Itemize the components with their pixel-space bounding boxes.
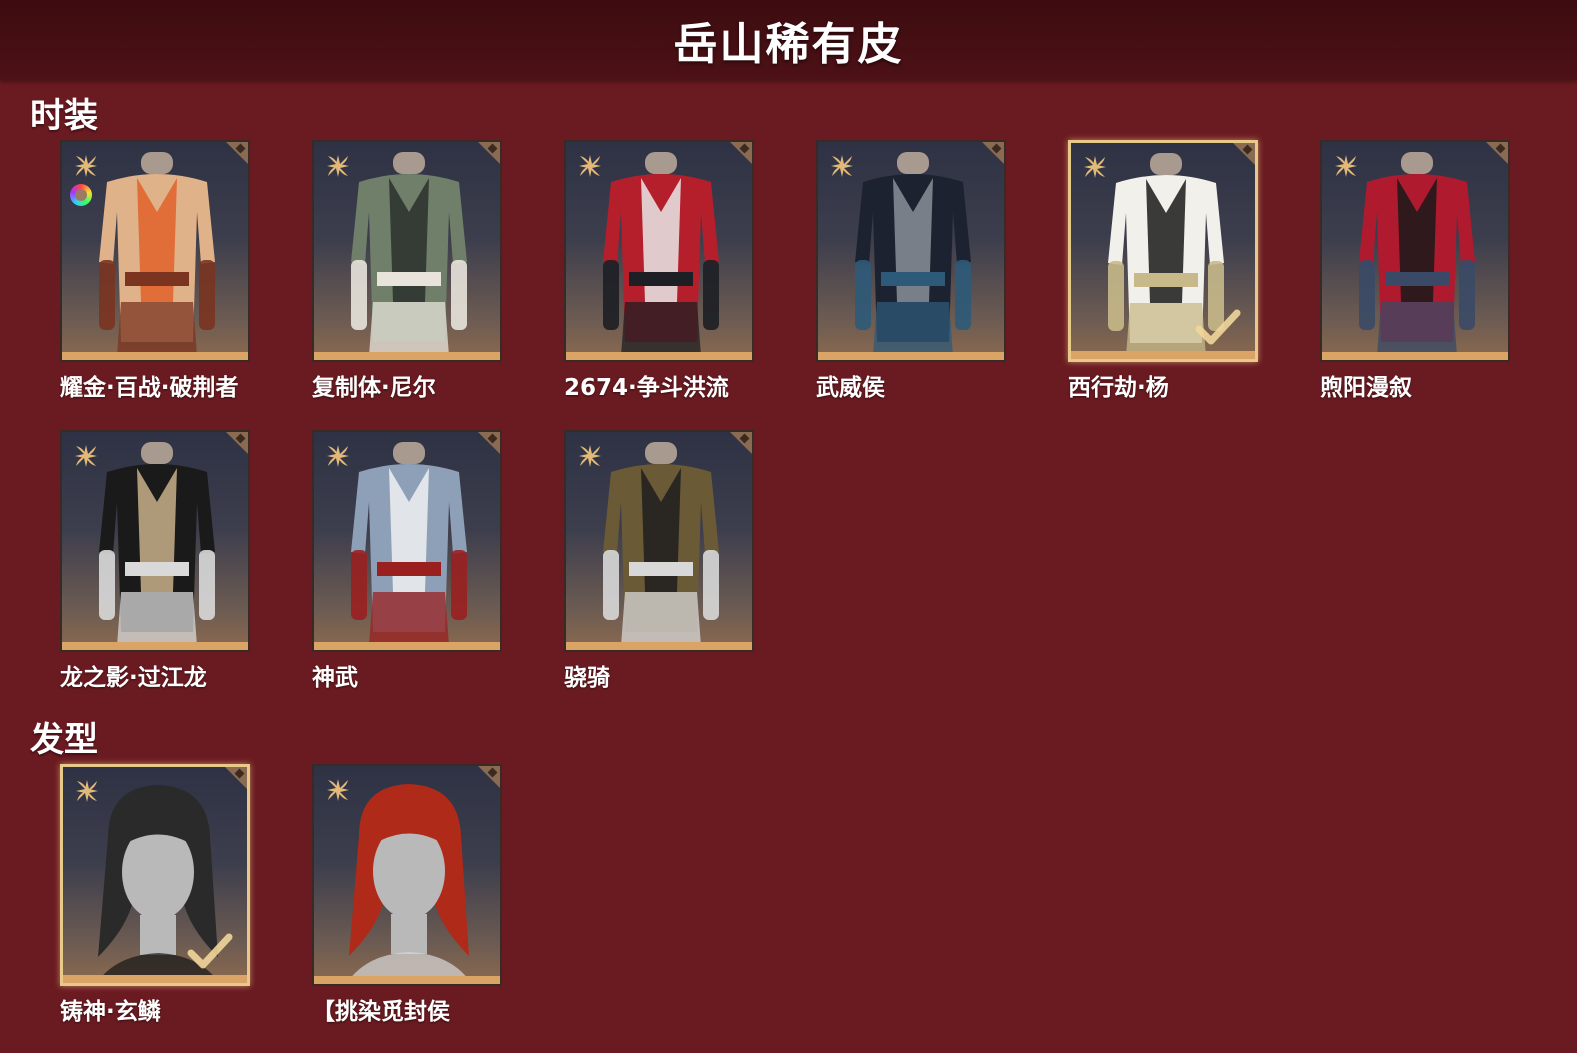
- rarity-strip: [62, 352, 248, 360]
- page-header: 岳山稀有皮: [0, 0, 1577, 80]
- gold-star-badge-icon: [324, 152, 352, 180]
- rainbow-ring-icon: [70, 184, 92, 206]
- rarity-strip: [62, 642, 248, 650]
- rarity-strip: [566, 642, 752, 650]
- gold-star-badge-icon: [1332, 152, 1360, 180]
- gold-star-badge-icon: [72, 442, 100, 470]
- page-title: 岳山稀有皮: [673, 19, 904, 70]
- outfit-preview-image: [581, 152, 741, 356]
- gold-star-badge-icon: [324, 442, 352, 470]
- outfit-item[interactable]: 2674·争斗洪流: [564, 140, 754, 402]
- outfit-item[interactable]: 煦阳漫叙: [1320, 140, 1510, 402]
- outfit-item[interactable]: 复制体·尼尔: [312, 140, 502, 402]
- outfit-item[interactable]: 神武: [312, 430, 502, 692]
- skin-thumbnail[interactable]: [60, 430, 250, 652]
- hair-grid: 铸神·玄鳞 【挑染觅封侯: [60, 764, 1510, 1026]
- checkmark-icon: [187, 933, 233, 969]
- gold-star-badge-icon: [576, 442, 604, 470]
- checkmark-icon: [1195, 309, 1241, 345]
- skin-name-label: 西行劫·杨: [1068, 375, 1169, 401]
- skin-name-label: 2674·争斗洪流: [564, 375, 729, 401]
- outfit-preview-image: [329, 442, 489, 646]
- skin-thumbnail[interactable]: [312, 140, 502, 362]
- skin-name-label: 铸神·玄鳞: [60, 999, 161, 1025]
- hairstyle-preview-image: [329, 776, 489, 980]
- rarity-strip: [63, 975, 247, 983]
- outfit-grid: 耀金·百战·破荆者 复制体·尼尔 2674·争斗洪流 武威侯 西行劫·杨 煦阳漫叙龙之影·…: [60, 140, 1510, 692]
- rarity-strip: [1322, 352, 1508, 360]
- skin-thumbnail[interactable]: [60, 140, 250, 362]
- skin-name-label: 骁骑: [564, 665, 610, 691]
- rarity-strip: [1071, 351, 1255, 359]
- skin-thumbnail[interactable]: [312, 764, 502, 986]
- skin-name-label: 龙之影·过江龙: [60, 665, 207, 691]
- outfit-item[interactable]: 耀金·百战·破荆者: [60, 140, 250, 402]
- outfit-preview-image: [833, 152, 993, 356]
- outfit-item[interactable]: 西行劫·杨: [1068, 140, 1258, 402]
- section-title-hair: 发型: [30, 720, 98, 760]
- outfit-item[interactable]: 骁骑: [564, 430, 754, 692]
- outfit-item[interactable]: 龙之影·过江龙: [60, 430, 250, 692]
- rarity-strip: [314, 642, 500, 650]
- gold-star-badge-icon: [576, 152, 604, 180]
- hair-item[interactable]: 铸神·玄鳞: [60, 764, 250, 1026]
- skin-name-label: 神武: [312, 665, 358, 691]
- outfit-preview-image: [77, 442, 237, 646]
- gold-star-badge-icon: [1081, 153, 1109, 181]
- skin-name-label: 武威侯: [816, 375, 885, 401]
- section-title-outfits: 时装: [30, 96, 98, 136]
- skin-name-label: 复制体·尼尔: [312, 375, 436, 401]
- skin-thumbnail[interactable]: [564, 140, 754, 362]
- gold-star-badge-icon: [73, 777, 101, 805]
- skin-thumbnail[interactable]: [1320, 140, 1510, 362]
- outfit-preview-image: [581, 442, 741, 646]
- outfit-preview-image: [1337, 152, 1497, 356]
- skin-name-label: 煦阳漫叙: [1320, 375, 1412, 401]
- rarity-strip: [314, 976, 500, 984]
- skin-name-label: 耀金·百战·破荆者: [60, 375, 239, 401]
- skin-thumbnail[interactable]: [816, 140, 1006, 362]
- rarity-strip: [818, 352, 1004, 360]
- skin-thumbnail[interactable]: [60, 764, 250, 986]
- outfit-item[interactable]: 武威侯: [816, 140, 1006, 402]
- gold-star-badge-icon: [72, 152, 100, 180]
- outfit-preview-image: [329, 152, 489, 356]
- gold-star-badge-icon: [324, 776, 352, 804]
- hair-item[interactable]: 【挑染觅封侯: [312, 764, 502, 1026]
- skin-thumbnail[interactable]: [1068, 140, 1258, 362]
- outfit-preview-image: [77, 152, 237, 356]
- rarity-strip: [314, 352, 500, 360]
- gold-star-badge-icon: [828, 152, 856, 180]
- skin-thumbnail[interactable]: [564, 430, 754, 652]
- rarity-strip: [566, 352, 752, 360]
- skin-thumbnail[interactable]: [312, 430, 502, 652]
- skin-name-label: 【挑染觅封侯: [312, 999, 450, 1025]
